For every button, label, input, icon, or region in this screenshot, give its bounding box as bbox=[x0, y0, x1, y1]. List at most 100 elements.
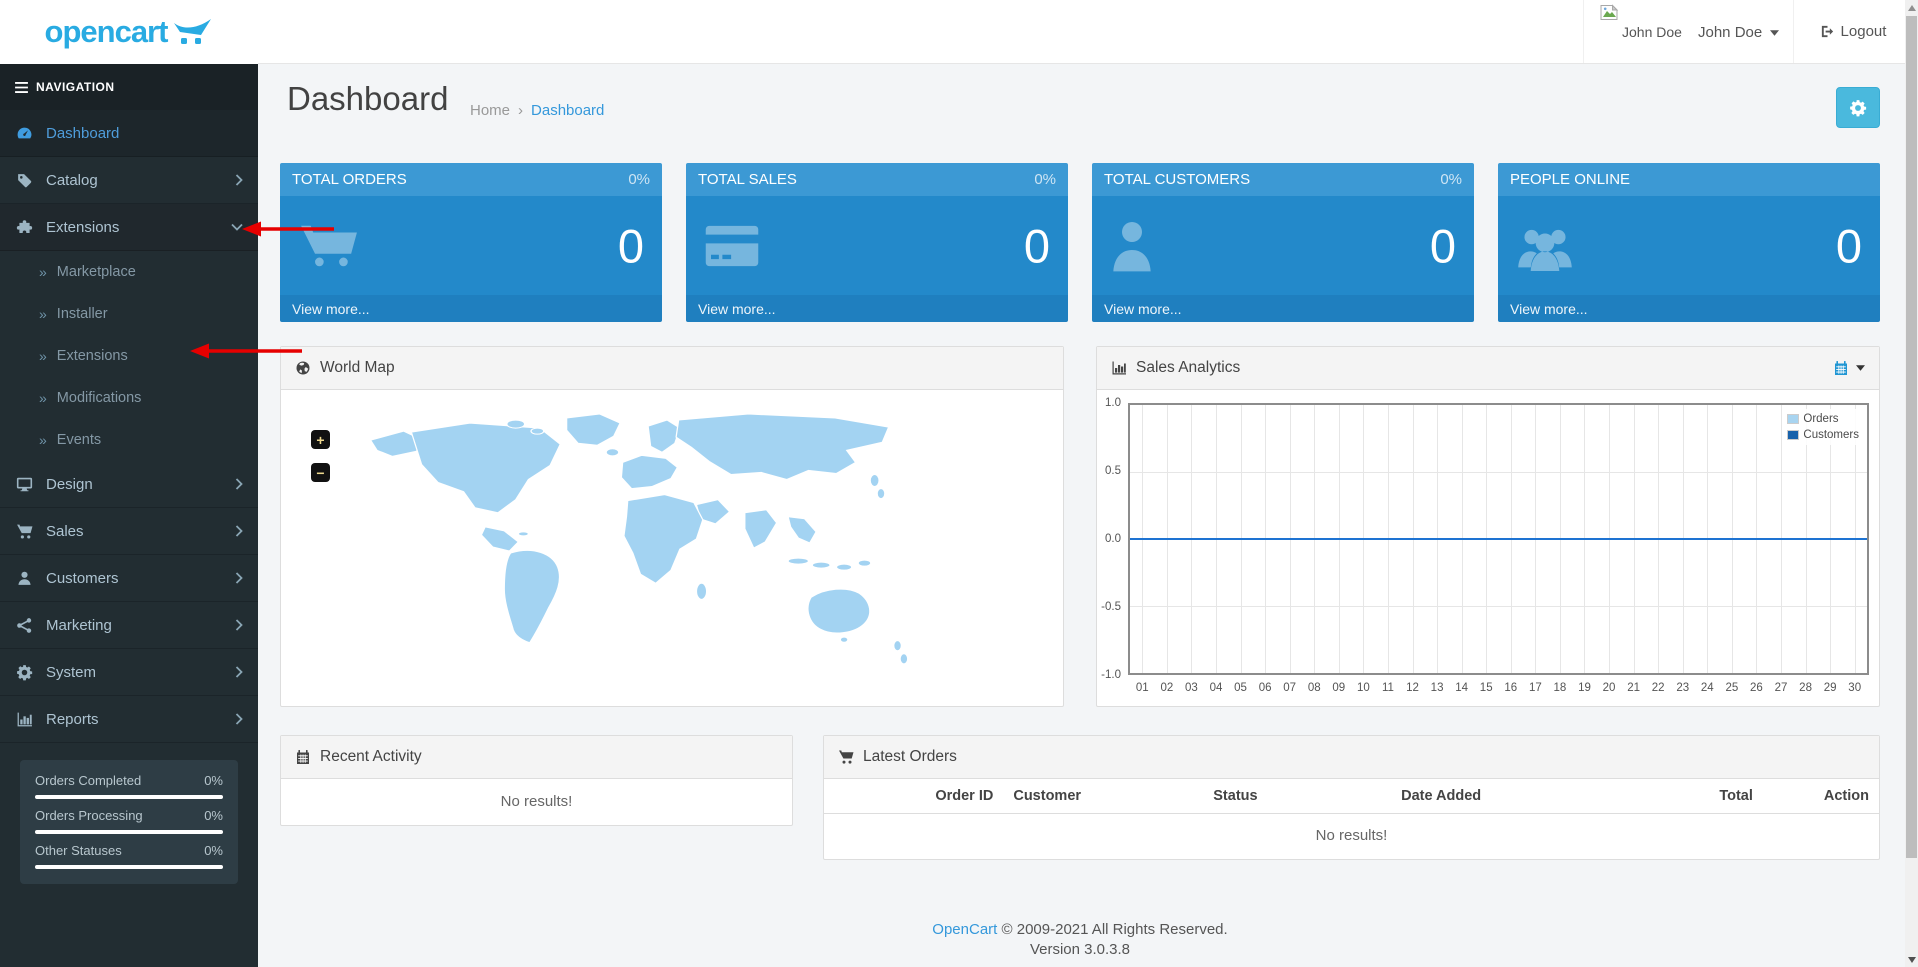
stat-card-percent: 0% bbox=[1440, 171, 1462, 188]
chart-y-axis: 1.00.50.0-0.5-1.0 bbox=[1097, 403, 1124, 675]
user-menu-toggle[interactable]: John Doe bbox=[1698, 24, 1779, 41]
double-angle-icon: » bbox=[39, 264, 47, 280]
opencart-footer-link[interactable]: OpenCart bbox=[932, 921, 997, 938]
stat-card-title: TOTAL CUSTOMERS bbox=[1104, 171, 1250, 188]
header-divider bbox=[1793, 0, 1794, 63]
page-scrollbar[interactable] bbox=[1905, 0, 1918, 967]
stat-card-total-sales: TOTAL SALES0%0View more... bbox=[686, 163, 1068, 322]
stat-progress-bar bbox=[35, 795, 223, 799]
legend-swatch bbox=[1787, 414, 1799, 424]
header-divider bbox=[1583, 0, 1584, 63]
latest-orders-panel: Latest Orders Order IDCustomerStatusDate… bbox=[823, 735, 1880, 860]
dashboard-settings-button[interactable] bbox=[1836, 87, 1880, 128]
logout-button[interactable]: Logout bbox=[1812, 0, 1894, 63]
map-zoom-out-button[interactable]: − bbox=[311, 463, 330, 482]
sidebar: NAVIGATION DashboardCatalogExtensions»Ma… bbox=[0, 64, 258, 967]
double-angle-icon: » bbox=[39, 390, 47, 406]
breadcrumb-current-link[interactable]: Dashboard bbox=[531, 102, 604, 119]
sidebar-subitem-installer[interactable]: »Installer bbox=[0, 293, 258, 335]
sidebar-item-dashboard[interactable]: Dashboard bbox=[0, 110, 258, 157]
breadcrumb-separator: › bbox=[518, 102, 523, 119]
column-header-customer: Customer bbox=[1003, 779, 1151, 814]
stat-card-people-online: PEOPLE ONLINE0View more... bbox=[1498, 163, 1880, 322]
sidebar-subitem-modifications[interactable]: » Modifications bbox=[0, 377, 258, 419]
broken-avatar-image-icon bbox=[1600, 4, 1619, 26]
stat-cards-row: TOTAL ORDERS0%0View more...TOTAL SALES0%… bbox=[280, 163, 1880, 322]
dashboard-icon bbox=[15, 125, 33, 142]
sidebar-subitem-label: Modifications bbox=[57, 390, 142, 406]
version-text: Version 3.0.3.8 bbox=[280, 941, 1880, 958]
user-menu-label: John Doe bbox=[1698, 24, 1762, 41]
stat-progress-bar bbox=[35, 865, 223, 869]
x-tick-label: 14 bbox=[1455, 682, 1468, 694]
scrollbar-down-arrow-icon[interactable] bbox=[1908, 957, 1916, 963]
sidebar-item-reports[interactable]: Reports bbox=[0, 696, 258, 743]
sidebar-subitem-label: Extensions bbox=[57, 348, 128, 364]
design-icon bbox=[15, 476, 33, 493]
x-tick-label: 11 bbox=[1382, 682, 1394, 694]
stat-card-body: 0 bbox=[280, 196, 662, 295]
analytics-range-dropdown[interactable] bbox=[1833, 360, 1865, 376]
x-tick-label: 19 bbox=[1578, 682, 1591, 694]
logo-text: opencart bbox=[45, 14, 168, 50]
view-more-link[interactable]: View more... bbox=[1498, 295, 1880, 322]
menu-icon bbox=[15, 82, 28, 93]
map-zoom-in-button[interactable]: + bbox=[311, 430, 330, 449]
legend-label: Orders bbox=[1803, 413, 1838, 425]
reports-icon bbox=[15, 711, 33, 728]
stat-card-value: 0 bbox=[1430, 218, 1456, 273]
x-tick-label: 29 bbox=[1824, 682, 1837, 694]
sidebar-item-extensions[interactable]: Extensions bbox=[0, 204, 258, 251]
x-tick-label: 21 bbox=[1627, 682, 1640, 694]
bar-chart-icon bbox=[1111, 360, 1127, 376]
sidebar-subitem-extensions[interactable]: »Extensions bbox=[0, 335, 258, 377]
stat-label: Orders Completed bbox=[35, 773, 141, 788]
gear-icon bbox=[1849, 99, 1867, 117]
legend-entry-orders: Orders bbox=[1787, 411, 1859, 427]
sidebar-item-customers[interactable]: Customers bbox=[0, 555, 258, 602]
breadcrumb-home-link[interactable]: Home bbox=[470, 102, 510, 119]
column-header-date-added: Date Added bbox=[1320, 779, 1563, 814]
user-dropdown[interactable]: John Doe John Doe bbox=[1596, 2, 1786, 62]
scrollbar-up-arrow-icon[interactable] bbox=[1908, 5, 1916, 11]
page-title: Dashboard bbox=[287, 80, 448, 118]
stat-value: 0% bbox=[204, 773, 223, 788]
chevron-right-icon bbox=[235, 666, 243, 678]
x-tick-label: 01 bbox=[1136, 682, 1149, 694]
nav-header-label: NAVIGATION bbox=[36, 80, 115, 94]
opencart-logo[interactable]: opencart bbox=[0, 0, 258, 64]
stat-value: 0% bbox=[204, 843, 223, 858]
stat-card-value: 0 bbox=[618, 218, 644, 273]
y-tick-label: -1.0 bbox=[1101, 669, 1121, 681]
latest-orders-panel-header: Latest Orders bbox=[824, 736, 1879, 779]
system-icon bbox=[15, 664, 33, 681]
latest-orders-title: Latest Orders bbox=[863, 748, 957, 766]
stat-card-body: 0 bbox=[686, 196, 1068, 295]
world-map[interactable]: + − bbox=[281, 390, 1063, 706]
x-tick-label: 02 bbox=[1160, 682, 1173, 694]
marketing-icon bbox=[15, 617, 33, 634]
sidebar-item-catalog[interactable]: Catalog bbox=[0, 157, 258, 204]
scrollbar-thumb[interactable] bbox=[1906, 16, 1917, 858]
avatar-alt-text: John Doe bbox=[1622, 24, 1682, 40]
sidebar-item-sales[interactable]: Sales bbox=[0, 508, 258, 555]
sidebar-item-system[interactable]: System bbox=[0, 649, 258, 696]
sidebar-item-design[interactable]: Design bbox=[0, 461, 258, 508]
x-tick-label: 26 bbox=[1750, 682, 1763, 694]
x-tick-label: 10 bbox=[1357, 682, 1370, 694]
view-more-link[interactable]: View more... bbox=[686, 295, 1068, 322]
catalog-icon bbox=[15, 172, 33, 189]
world-map-panel: World Map bbox=[280, 346, 1064, 707]
x-tick-label: 20 bbox=[1603, 682, 1616, 694]
view-more-link[interactable]: View more... bbox=[280, 295, 662, 322]
sidebar-subitem-label: Installer bbox=[57, 306, 108, 322]
stat-card-body: 0 bbox=[1498, 196, 1880, 295]
view-more-link[interactable]: View more... bbox=[1092, 295, 1474, 322]
copyright-text: © 2009-2021 All Rights Reserved. bbox=[1002, 921, 1228, 938]
sidebar-subitem-events[interactable]: »Events bbox=[0, 419, 258, 461]
sidebar-item-label: System bbox=[46, 664, 222, 681]
sidebar-subitem-marketplace[interactable]: »Marketplace bbox=[0, 251, 258, 293]
recent-activity-empty-text: No results! bbox=[281, 779, 792, 825]
sidebar-item-marketing[interactable]: Marketing bbox=[0, 602, 258, 649]
y-tick-label: 0.5 bbox=[1105, 465, 1121, 477]
